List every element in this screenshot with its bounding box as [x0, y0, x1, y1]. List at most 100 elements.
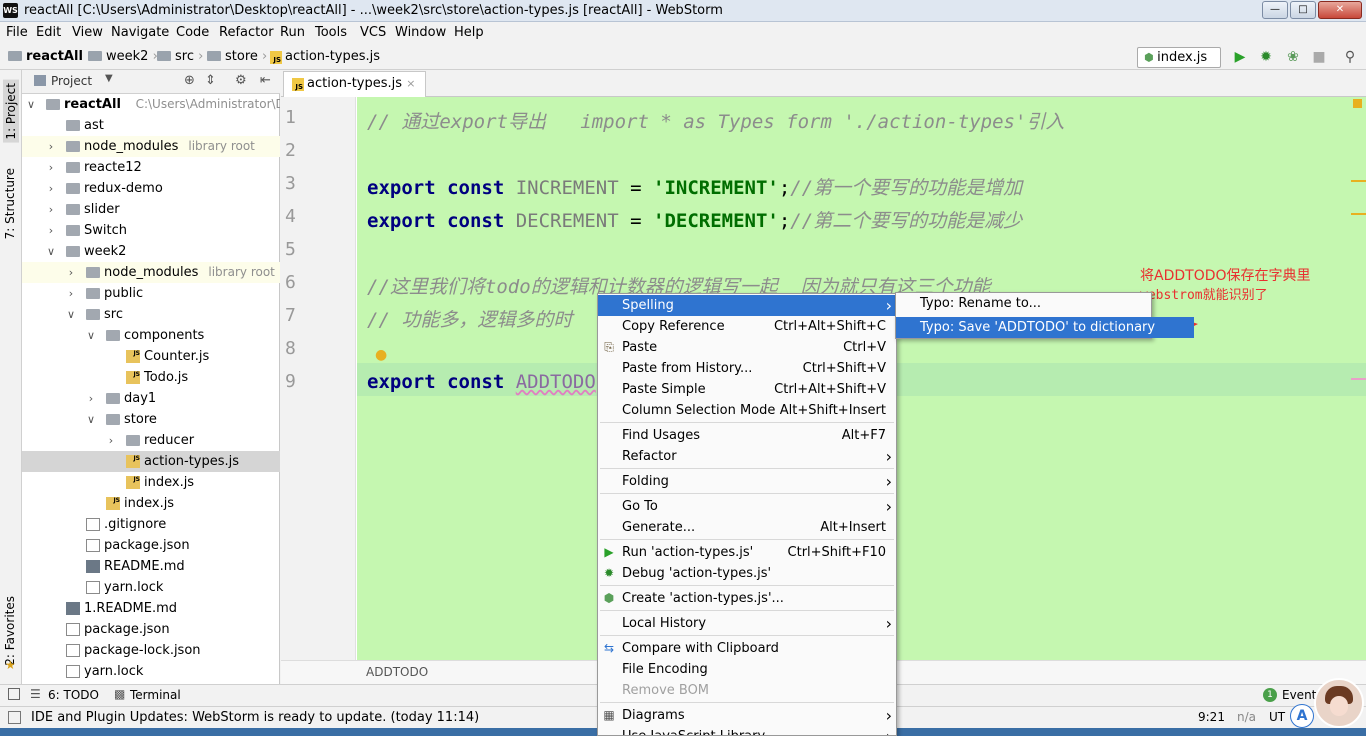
tree-item[interactable]: package-lock.json	[22, 640, 280, 661]
project-view-select[interactable]: Project	[51, 74, 92, 88]
menu-item-debug-action-types-js[interactable]: ✹ Debug 'action-types.js'	[598, 563, 896, 584]
stop-icon[interactable]: ■	[1311, 49, 1327, 65]
caret-position[interactable]: 9:21	[1198, 710, 1225, 724]
gear-icon[interactable]: ⚙	[235, 73, 247, 88]
menu-code[interactable]: Code	[176, 25, 209, 40]
status-toggle-icon[interactable]	[8, 711, 21, 724]
chevron-right-icon[interactable]: ›	[86, 388, 96, 409]
layout-toggle-icon[interactable]	[8, 688, 20, 700]
tree-item[interactable]: ∨ store	[22, 409, 280, 430]
line-separator[interactable]: n/a	[1237, 710, 1256, 724]
tree-item[interactable]: 1.README.md	[22, 598, 280, 619]
menu-refactor[interactable]: Refactor	[219, 25, 274, 40]
breadcrumb-action-types[interactable]: JS action-types.js	[270, 49, 380, 64]
tree-item[interactable]: › reducer	[22, 430, 280, 451]
menu-run[interactable]: Run	[280, 25, 305, 40]
menu-view[interactable]: View	[72, 25, 103, 40]
menu-item-go-to[interactable]: Go To ›	[598, 496, 896, 517]
chevron-right-icon[interactable]: ›	[46, 178, 56, 199]
tree-item[interactable]: › reacte12	[22, 157, 280, 178]
tree-item[interactable]: README.md	[22, 556, 280, 577]
run-icon[interactable]: ▶	[1232, 49, 1248, 65]
tree-item[interactable]: .gitignore	[22, 514, 280, 535]
menu-item-refactor[interactable]: Refactor ›	[598, 446, 896, 467]
tree-item[interactable]: yarn.lock	[22, 577, 280, 598]
chevron-down-icon[interactable]: ∨	[86, 409, 96, 430]
terminal-tool-button[interactable]: Terminal	[130, 688, 181, 702]
editor-breadcrumb[interactable]: ADDTODO	[366, 665, 428, 679]
menu-item-typo-rename[interactable]: Typo: Rename to...	[896, 293, 1194, 314]
chevron-right-icon[interactable]: ›	[46, 157, 56, 178]
input-method-icon[interactable]: A	[1290, 704, 1314, 728]
menu-edit[interactable]: Edit	[36, 25, 61, 40]
menu-item-paste-from-history[interactable]: Paste from History... Ctrl+Shift+V	[598, 358, 896, 379]
maximize-button[interactable]: □	[1290, 1, 1316, 19]
warning-marker[interactable]	[1351, 213, 1366, 215]
minimize-button[interactable]: —	[1262, 1, 1288, 19]
tree-item[interactable]: ∨ reactAll C:\Users\Administrator\Desk	[22, 94, 280, 115]
tree-item[interactable]: yarn.lock	[22, 661, 280, 682]
chevron-right-icon[interactable]: ›	[46, 220, 56, 241]
search-icon[interactable]: ⚲	[1342, 49, 1358, 65]
tree-item[interactable]: ast	[22, 115, 280, 136]
status-message[interactable]: IDE and Plugin Updates: WebStorm is read…	[31, 710, 479, 725]
tab-action-types[interactable]: JS action-types.js ×	[283, 71, 427, 97]
tree-item[interactable]: ∨ week2	[22, 241, 280, 262]
chevron-right-icon[interactable]: ›	[106, 430, 116, 451]
menu-item-find-usages[interactable]: Find Usages Alt+F7	[598, 425, 896, 446]
menu-item-use-javascript-library[interactable]: Use JavaScript Library ›	[598, 726, 896, 735]
run-config-select[interactable]: ⬢ index.js ▼	[1137, 47, 1221, 79]
chevron-right-icon[interactable]: ›	[66, 283, 76, 304]
menu-file[interactable]: File	[6, 25, 28, 40]
locate-icon[interactable]: ⊕	[184, 73, 195, 88]
menu-item-copy-reference[interactable]: Copy Reference Ctrl+Alt+Shift+C	[598, 316, 896, 337]
chevron-down-icon[interactable]: ∨	[26, 94, 36, 115]
menu-item-file-encoding[interactable]: File Encoding	[598, 659, 896, 680]
tree-item[interactable]: › Switch	[22, 220, 280, 241]
collapse-all-icon[interactable]: ⇕	[205, 73, 216, 88]
project-tool-button[interactable]: 1: Project	[3, 80, 19, 143]
tree-item[interactable]: ∨ components	[22, 325, 280, 346]
close-window-button[interactable]: ✕	[1318, 1, 1362, 19]
menu-item-diagrams[interactable]: ▦ Diagrams ›	[598, 705, 896, 726]
menu-window[interactable]: Window	[395, 25, 446, 40]
hide-panel-icon[interactable]: ⇤	[260, 73, 271, 88]
close-tab-icon[interactable]: ×	[406, 77, 415, 90]
chevron-down-icon[interactable]: ∨	[46, 241, 56, 262]
inspection-status-icon[interactable]	[1353, 99, 1362, 108]
breadcrumb-store[interactable]: store ›	[207, 49, 267, 64]
chevron-down-icon[interactable]: ∨	[86, 325, 96, 346]
menu-item-paste-simple[interactable]: Paste Simple Ctrl+Alt+Shift+V	[598, 379, 896, 400]
tree-item[interactable]: action-types.js	[22, 448, 280, 472]
menu-item-folding[interactable]: Folding ›	[598, 471, 896, 492]
menu-tools[interactable]: Tools	[315, 25, 347, 40]
breadcrumb-reactall[interactable]: reactAll ›	[8, 49, 93, 64]
favorites-tool-button[interactable]: 2: Favorites	[3, 596, 17, 666]
debug-icon[interactable]: ✹	[1258, 49, 1274, 65]
chevron-down-icon[interactable]: ∨	[66, 304, 76, 325]
tree-item[interactable]: › day1	[22, 388, 280, 409]
menu-vcs[interactable]: VCS	[360, 25, 386, 40]
tree-item[interactable]: Todo.js	[22, 364, 280, 388]
tree-item[interactable]: package.json	[22, 535, 280, 556]
tree-item[interactable]: › slider	[22, 199, 280, 220]
file-encoding[interactable]: UT	[1269, 710, 1285, 724]
menu-item-column-selection-mode[interactable]: Column Selection Mode Alt+Shift+Insert	[598, 400, 896, 421]
breadcrumb-week2[interactable]: week2 ›	[88, 49, 158, 64]
tree-item[interactable]: package.json	[22, 619, 280, 640]
menu-item-save-to-dictionary[interactable]: Typo: Save 'ADDTODO' to dictionary	[896, 317, 1194, 338]
tree-item[interactable]: Counter.js	[22, 343, 280, 367]
menu-item-local-history[interactable]: Local History ›	[598, 613, 896, 634]
tree-item[interactable]: › node_modules library root	[22, 262, 280, 283]
menu-item-create-action-types-js[interactable]: ⬢ Create 'action-types.js'...	[598, 588, 896, 609]
chevron-right-icon[interactable]: ›	[66, 262, 76, 283]
menu-item-paste[interactable]: ⎘ Paste Ctrl+V	[598, 337, 896, 358]
coverage-icon[interactable]: ❀	[1285, 49, 1301, 65]
menu-help[interactable]: Help	[454, 25, 484, 40]
chevron-right-icon[interactable]: ›	[46, 136, 56, 157]
tree-item[interactable]: index.js	[22, 490, 280, 514]
typo-marker[interactable]	[1351, 378, 1366, 380]
menu-item-generate[interactable]: Generate... Alt+Insert	[598, 517, 896, 538]
structure-tool-button[interactable]: 7: Structure	[3, 168, 17, 239]
tree-item[interactable]: ∨ src	[22, 304, 280, 325]
